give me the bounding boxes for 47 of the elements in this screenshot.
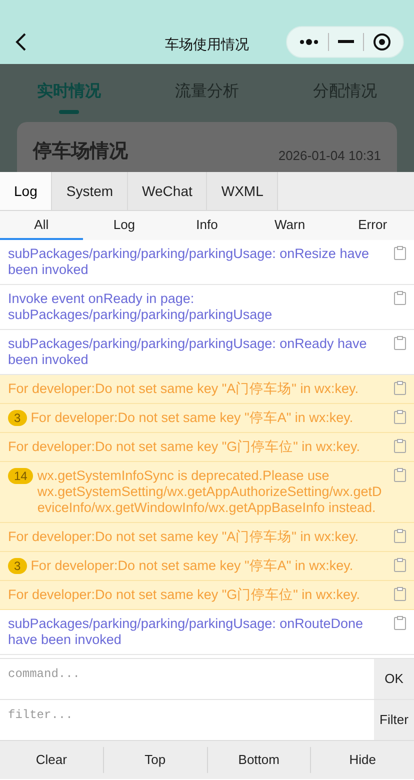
copy-icon[interactable]	[394, 616, 406, 630]
log-message: For developer:Do not set same key "A门停车场" in wx:key.	[8, 529, 360, 545]
copy-icon[interactable]	[394, 587, 406, 601]
log-message: For developer:Do not set same key "G门停车位" in wx:key.	[8, 439, 361, 455]
card-title: 停车场情况	[33, 140, 128, 164]
page-title: 车场使用情况	[165, 34, 249, 54]
ok-button[interactable]: OK	[374, 659, 414, 699]
more-icon[interactable]	[299, 39, 320, 45]
level-tab[interactable]: Info	[166, 211, 248, 240]
log-message: Invoke event onReady in page: subPackages/parking/parking/parkingUsage	[8, 291, 274, 323]
minimize-icon[interactable]	[338, 40, 354, 44]
copy-icon[interactable]	[394, 410, 406, 424]
log-message: subPackages/parking/parking/parkingUsage: onResize have been invoked	[8, 246, 370, 278]
level-tab[interactable]: Error	[331, 211, 414, 240]
update-time: 2026-01-04 10:31	[278, 147, 381, 165]
repeat-count: 14	[8, 468, 34, 484]
log-message: For developer:Do not set same key "停车A" in wx:key.	[30, 558, 354, 574]
console-tab[interactable]: WXML	[207, 172, 278, 210]
log-message: For developer:Do not set same key "A门停车场" in wx:key.	[8, 381, 360, 397]
back-icon[interactable]	[15, 33, 27, 51]
close-icon[interactable]	[372, 33, 391, 51]
copy-icon[interactable]	[394, 439, 406, 453]
copy-icon[interactable]	[394, 468, 406, 482]
copy-icon[interactable]	[394, 558, 406, 572]
log-message: For developer:Do not set same key "停车A" in wx:key.	[30, 410, 354, 426]
console-tab[interactable]: Log	[0, 172, 52, 210]
log-message: subPackages/parking/parking/parkingUsage: onRouteDone have been invoked	[8, 616, 364, 648]
footer-button[interactable]: Hide	[311, 747, 414, 773]
copy-icon[interactable]	[394, 529, 406, 543]
log-message: wx.getSystemInfoSync is deprecated.Please use wx.getSystemSetting/wx.getAppAuthorizeSetting/wx.getDeviceInfo/wx.getWindowInfo/wx.getAppBaseInfo instead.	[37, 468, 383, 516]
copy-icon[interactable]	[394, 336, 406, 350]
footer-button[interactable]: Bottom	[208, 747, 312, 773]
log-message: For developer:Do not set same key "G门停车位" in wx:key.	[8, 587, 361, 603]
copy-icon[interactable]	[394, 246, 406, 260]
level-tab[interactable]: Warn	[248, 211, 332, 240]
console-tab[interactable]: WeChat	[128, 172, 208, 210]
log-message: subPackages/parking/parking/parkingUsage: onReady have been invoked	[8, 336, 368, 368]
copy-icon[interactable]	[394, 291, 406, 305]
footer-button[interactable]: Top	[104, 747, 208, 773]
copy-icon[interactable]	[394, 381, 406, 395]
filter-button[interactable]: Filter	[374, 700, 414, 740]
console-tab[interactable]: System	[52, 172, 128, 210]
repeat-count: 3	[8, 410, 27, 426]
tab-indicator	[59, 110, 79, 114]
repeat-count: 3	[8, 558, 27, 574]
footer-button[interactable]: Clear	[0, 747, 104, 773]
level-tab[interactable]: Log	[82, 211, 166, 240]
